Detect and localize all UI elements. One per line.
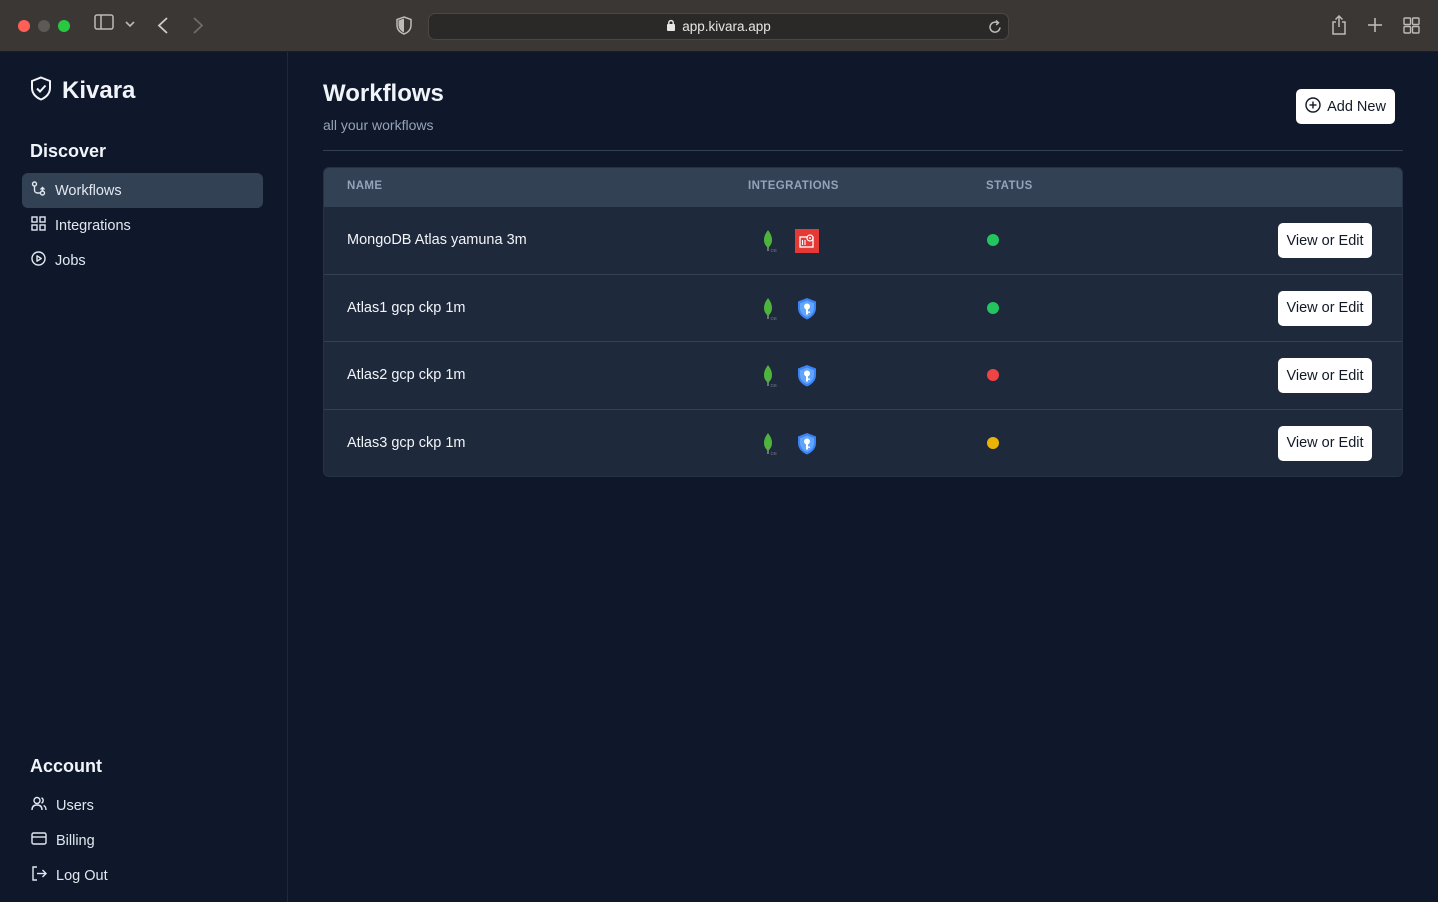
play-circle-icon	[31, 251, 46, 270]
key-shield-icon	[795, 432, 819, 456]
column-header-status: STATUS	[986, 180, 1033, 192]
back-icon[interactable]	[157, 17, 169, 34]
svg-text:DB: DB	[771, 316, 777, 321]
status-indicator-yellow	[987, 436, 999, 449]
sidebar-toggle-icon[interactable]	[94, 14, 114, 30]
browser-toolbar: app.kivara.app	[0, 0, 1438, 52]
sidebar-item-users[interactable]: Users	[22, 788, 263, 823]
view-or-edit-button[interactable]: View or Edit	[1278, 290, 1372, 326]
add-new-button[interactable]: Add New	[1296, 89, 1395, 124]
workflow-name: Atlas1 gcp ckp 1m	[347, 299, 466, 316]
status-indicator-green	[987, 234, 999, 246]
close-window-button[interactable]	[18, 20, 30, 32]
table-row: Atlas1 gcp ckp 1m DB View or Edit	[324, 273, 1402, 342]
new-tab-icon[interactable]	[1367, 17, 1383, 33]
sidebar-item-label: Workflows	[55, 182, 122, 199]
page-title: Workflows	[323, 80, 444, 107]
privacy-shield-icon[interactable]	[396, 16, 412, 35]
logout-icon	[31, 866, 47, 885]
gcs-bucket-icon	[795, 229, 819, 253]
main-content: Workflows all your workflows Add New NAM…	[288, 52, 1438, 902]
workflow-name: MongoDB Atlas yamuna 3m	[347, 232, 527, 248]
column-header-integrations: INTEGRATIONS	[748, 180, 839, 192]
svg-text:DB: DB	[771, 451, 777, 456]
status-indicator-green	[987, 301, 999, 314]
sidebar: Kivara Discover Workflows Integrations J…	[0, 52, 288, 902]
workflow-name: Atlas2 gcp ckp 1m	[347, 367, 466, 383]
brand[interactable]: Kivara	[30, 76, 135, 106]
workflows-table: NAME INTEGRATIONS STATUS MongoDB Atlas y…	[323, 167, 1403, 477]
mongodb-icon: DB	[756, 364, 780, 388]
view-or-edit-button[interactable]: View or Edit	[1278, 425, 1372, 461]
account-section-title: Account	[30, 756, 102, 776]
chevron-down-icon[interactable]	[125, 20, 135, 28]
forward-icon[interactable]	[192, 17, 204, 34]
brand-name: Kivara	[62, 77, 136, 104]
sidebar-item-label: Integrations	[55, 217, 131, 234]
tab-overview-icon[interactable]	[1403, 17, 1420, 34]
sidebar-item-label: Users	[56, 797, 94, 814]
sidebar-item-label: Billing	[56, 832, 95, 849]
view-or-edit-button[interactable]: View or Edit	[1278, 223, 1372, 258]
mongodb-icon: DB	[756, 432, 780, 456]
table-row: Atlas3 gcp ckp 1m DB View or Edit	[324, 408, 1402, 477]
key-shield-icon	[795, 364, 819, 388]
maximize-window-button[interactable]	[58, 20, 70, 32]
svg-text:DB: DB	[771, 248, 777, 253]
users-icon	[31, 796, 47, 815]
column-header-name: NAME	[347, 180, 383, 192]
sidebar-item-integrations[interactable]: Integrations	[22, 208, 263, 243]
view-or-edit-button[interactable]: View or Edit	[1278, 358, 1372, 393]
table-row: Atlas2 gcp ckp 1m DB View or Edit	[324, 341, 1402, 409]
sidebar-item-billing[interactable]: Billing	[22, 823, 263, 858]
reload-icon[interactable]	[988, 19, 1002, 37]
svg-text:DB: DB	[771, 383, 777, 388]
credit-card-icon	[31, 832, 47, 849]
key-shield-icon	[795, 297, 819, 321]
discover-section-title: Discover	[30, 141, 107, 161]
mongodb-icon: DB	[756, 297, 780, 321]
grid-icon	[31, 216, 46, 235]
header-divider	[323, 150, 1403, 151]
table-row: MongoDB Atlas yamuna 3m DB View or Edit	[324, 206, 1402, 274]
workflow-icon	[31, 181, 46, 200]
share-icon[interactable]	[1331, 15, 1347, 35]
status-indicator-red	[987, 369, 999, 381]
url-text: app.kivara.app	[682, 19, 771, 34]
shield-check-icon	[30, 76, 52, 106]
sidebar-item-label: Log Out	[56, 867, 108, 884]
lock-icon	[666, 19, 676, 34]
page-subtitle: all your workflows	[323, 117, 434, 133]
sidebar-item-label: Jobs	[55, 252, 86, 269]
mongodb-icon: DB	[756, 229, 780, 253]
sidebar-item-workflows[interactable]: Workflows	[22, 173, 263, 208]
add-new-label: Add New	[1327, 98, 1386, 115]
plus-circle-icon	[1305, 96, 1321, 117]
minimize-window-button[interactable]	[38, 20, 50, 32]
sidebar-item-jobs[interactable]: Jobs	[22, 243, 263, 278]
table-header: NAME INTEGRATIONS STATUS	[324, 168, 1402, 206]
address-bar[interactable]: app.kivara.app	[428, 13, 1009, 40]
sidebar-item-logout[interactable]: Log Out	[22, 858, 263, 893]
workflow-name: Atlas3 gcp ckp 1m	[347, 434, 466, 451]
